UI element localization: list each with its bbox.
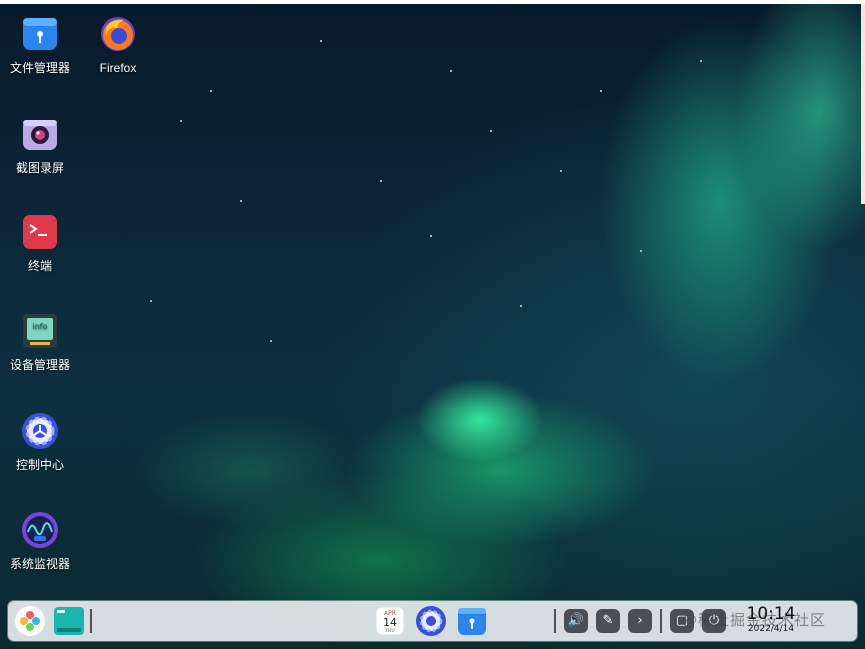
dock-separator	[554, 609, 556, 633]
svg-text:14: 14	[383, 616, 397, 629]
terminal-icon	[20, 212, 60, 252]
system-monitor-icon	[20, 510, 60, 550]
star	[240, 200, 242, 202]
screen-capture-icon	[20, 114, 60, 154]
desktop-icon-device-manager[interactable]: info 设备管理器	[1, 311, 79, 373]
desktop-icon-file-manager[interactable]: 文件管理器	[1, 14, 79, 76]
star	[490, 130, 492, 132]
clock-date[interactable]: 2022/4/14	[744, 623, 798, 635]
control-center-icon	[20, 411, 60, 451]
volume-icon: 🔊	[567, 613, 585, 628]
firefox-icon	[98, 14, 138, 54]
star	[560, 170, 562, 172]
star	[640, 250, 642, 252]
desktop-icon-label: 截图录屏	[15, 161, 64, 175]
multitask-view-icon	[54, 607, 84, 635]
desktop-icon-screen-capture[interactable]: 截图录屏	[1, 114, 79, 176]
device-manager-icon: info	[20, 311, 60, 351]
desktop-icon-label: 系统监视器	[9, 557, 70, 571]
volume-button[interactable]: 🔊	[564, 609, 588, 633]
launcher-icon	[15, 606, 45, 636]
dock: APR 14 THU 🔊 ✎ › ▢ ⏻ @稀土掘金技术社区 10:14 202…	[8, 601, 857, 641]
dock-app-calendar[interactable]: APR 14 THU	[374, 605, 406, 637]
star	[150, 300, 152, 302]
star	[270, 340, 272, 342]
file-manager-icon	[458, 608, 486, 635]
screen-top-border	[0, 0, 865, 4]
desktop-icon-label: 文件管理器	[9, 61, 70, 75]
dock-app-file-manager[interactable]	[456, 605, 488, 637]
desktop-icon-firefox[interactable]: Firefox	[79, 14, 157, 76]
pen-icon: ✎	[602, 613, 614, 628]
expand-tray-button[interactable]: ›	[628, 609, 652, 633]
star	[180, 120, 182, 122]
svg-text:THU: THU	[384, 628, 394, 634]
desktop-icon-control-center[interactable]: 控制中心	[1, 411, 79, 473]
dock-app-control-center[interactable]	[415, 605, 447, 637]
desktop-icon-terminal[interactable]: 终端	[1, 212, 79, 274]
desktop-icon-label: 设备管理器	[9, 358, 70, 372]
desktop-icon-label: 终端	[27, 259, 52, 273]
desktop: 文件管理器 Firefox 截图录屏 终端 info 设备管理器 控制中心 系统…	[0, 0, 865, 649]
dock-separator	[660, 609, 662, 633]
desktop-icon-system-monitor[interactable]: 系统监视器	[1, 510, 79, 572]
clock-time[interactable]: 10:14	[746, 603, 796, 625]
scrollbar-edge	[861, 4, 865, 204]
desktop-icon-label: 控制中心	[15, 458, 64, 472]
star	[320, 40, 322, 42]
desktop-icon-label: Firefox	[99, 61, 137, 75]
calendar-icon: APR 14 THU	[375, 606, 405, 636]
star	[700, 60, 702, 62]
star	[600, 90, 602, 92]
star	[450, 70, 452, 72]
star	[380, 180, 382, 182]
pen-tool-button[interactable]: ✎	[596, 609, 620, 633]
chevron-right-icon: ›	[637, 613, 643, 628]
svg-text:info: info	[32, 322, 47, 331]
dock-separator	[90, 609, 92, 633]
launcher-button[interactable]	[14, 605, 46, 637]
star	[520, 305, 522, 307]
control-center-icon	[416, 606, 446, 636]
star	[210, 90, 212, 92]
star	[430, 235, 432, 237]
file-manager-icon	[20, 14, 60, 54]
multitask-view-button[interactable]	[53, 605, 85, 637]
